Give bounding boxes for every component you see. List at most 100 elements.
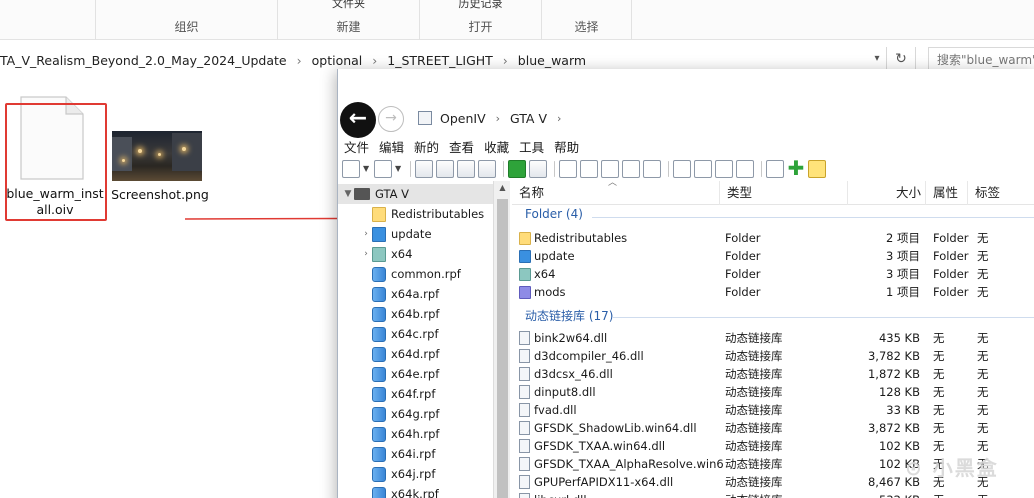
menu-file[interactable]: 文件 — [338, 139, 373, 159]
menu-edit[interactable]: 编辑 — [373, 139, 408, 159]
menu-view[interactable]: 查看 — [443, 139, 478, 159]
ribbon-group-new[interactable]: 文件夹 新建 — [278, 0, 420, 40]
tree-scrollbar[interactable]: ▲ — [493, 181, 510, 498]
breadcrumb[interactable]: TA_V_Realism_Beyond_2.0_May_2024_Update … — [0, 51, 586, 69]
forward-arrow-icon[interactable]: → — [378, 106, 404, 132]
cell-tag: 无 — [977, 385, 989, 399]
folder-icon — [519, 285, 531, 299]
cell-type: 动态链接库 — [725, 367, 783, 381]
openiv-path[interactable]: OpenIV › GTA V › — [418, 107, 571, 129]
palette-icon[interactable] — [478, 160, 496, 178]
group-divider — [592, 217, 1034, 218]
tree-item[interactable]: ▼ GTA V — [338, 184, 496, 204]
list-item[interactable]: Redistributables Folder 2 项目 Folder 无 — [512, 229, 1034, 247]
file-item-png[interactable]: Screenshot.png — [108, 187, 212, 203]
text-icon[interactable] — [622, 160, 640, 178]
chevron-down-icon[interactable]: ▼ — [395, 160, 403, 178]
replace-icon[interactable] — [694, 160, 712, 178]
breadcrumb-item[interactable]: optional — [312, 53, 363, 68]
back-arrow-icon[interactable]: ← — [340, 102, 376, 138]
export-icon[interactable] — [529, 160, 547, 178]
ribbon-group-organize[interactable]: 组织 — [96, 0, 278, 40]
ribbon-group-select[interactable]: 选择 — [542, 0, 632, 40]
tree-item[interactable]: x64k.rpf — [338, 484, 496, 498]
settings-icon[interactable] — [436, 160, 454, 178]
tree-item[interactable]: › x64 — [338, 244, 496, 264]
menu-help[interactable]: 帮助 — [548, 139, 583, 159]
search-icon[interactable] — [580, 160, 598, 178]
ribbon-group-open[interactable]: 历史记录 打开 — [420, 0, 542, 40]
tree-item-label: x64 — [391, 247, 413, 261]
breadcrumb-item[interactable]: blue_warm — [518, 53, 586, 68]
list-item[interactable]: dinput8.dll 动态链接库 128 KB 无 无 — [512, 383, 1034, 401]
column-header-tag[interactable]: 标签 — [968, 181, 1034, 205]
ribbon-cut-text[interactable]: 历史记录 — [420, 0, 541, 11]
list-item[interactable]: d3dcsx_46.dll 动态链接库 1,872 KB 无 无 — [512, 365, 1034, 383]
item-name: bink2w64.dll — [534, 331, 608, 345]
hex-icon[interactable] — [643, 160, 661, 178]
file-list: 名称 ︿ 类型 大小 属性 标签 Folder (4) Redistributab… — [512, 178, 1034, 498]
import-icon[interactable] — [673, 160, 691, 178]
tree-item[interactable]: common.rpf — [338, 264, 496, 284]
export-icon[interactable] — [715, 160, 733, 178]
breadcrumb-item[interactable]: TA_V_Realism_Beyond_2.0_May_2024_Update — [0, 53, 287, 68]
tree-item[interactable]: x64c.rpf — [338, 324, 496, 344]
cell-tag: 无 — [977, 231, 989, 245]
menu-tools[interactable]: 工具 — [513, 139, 548, 159]
group-header[interactable]: 动态链接库 (17) — [512, 307, 1034, 325]
new-file-icon[interactable] — [342, 160, 360, 178]
menu-new[interactable]: 新的 — [408, 139, 443, 159]
tree-item[interactable]: x64i.rpf — [338, 444, 496, 464]
path-item[interactable]: OpenIV — [440, 111, 486, 126]
tree-item[interactable]: x64g.rpf — [338, 404, 496, 424]
list-item[interactable]: d3dcompiler_46.dll 动态链接库 3,782 KB 无 无 — [512, 347, 1034, 365]
cell-type: 动态链接库 — [725, 491, 845, 498]
chevron-right-icon[interactable]: › — [360, 249, 372, 259]
list-item[interactable]: mods Folder 1 项目 Folder 无 — [512, 283, 1034, 301]
play-icon[interactable] — [508, 160, 526, 178]
list-item[interactable]: libcurl.dll 动态链接库532 KB 无无 — [512, 491, 1034, 498]
tree-item[interactable]: x64b.rpf — [338, 304, 496, 324]
chevron-right-icon[interactable]: › — [360, 229, 372, 239]
group-header[interactable]: Folder (4) — [512, 207, 1034, 225]
tree-item[interactable]: x64e.rpf — [338, 364, 496, 384]
chevron-down-icon[interactable]: ▼ — [342, 189, 354, 199]
tree-item[interactable]: x64h.rpf — [338, 424, 496, 444]
list-item[interactable]: x64 Folder 3 项目 Folder 无 — [512, 265, 1034, 283]
edit-icon[interactable] — [559, 160, 577, 178]
chart-icon[interactable] — [457, 160, 475, 178]
add-file-icon[interactable] — [374, 160, 392, 178]
tree-item[interactable]: x64j.rpf — [338, 464, 496, 484]
refresh-icon[interactable] — [415, 160, 433, 178]
ribbon-group-label: 选择 — [574, 20, 599, 34]
refresh-icon[interactable]: ↻ — [886, 47, 916, 71]
scroll-up-icon[interactable]: ▲ — [494, 183, 511, 192]
scrollbar-thumb[interactable] — [497, 199, 508, 498]
cell-attr: 无 — [933, 331, 945, 345]
screenshot-thumbnail[interactable] — [112, 131, 202, 181]
breadcrumb-item[interactable]: 1_STREET_LIGHT — [387, 53, 493, 68]
column-header-size[interactable]: 大小 — [848, 181, 926, 205]
rebuild-icon[interactable] — [736, 160, 754, 178]
path-item[interactable]: GTA V — [510, 111, 547, 126]
note-icon[interactable] — [808, 160, 826, 178]
list-item[interactable]: GFSDK_ShadowLib.win64.dll 动态链接库 3,872 KB 无 无 — [512, 419, 1034, 437]
column-header-attr[interactable]: 属性 — [926, 181, 968, 205]
package-icon[interactable] — [766, 160, 784, 178]
sort-caret-icon: ︿ — [608, 178, 618, 188]
list-item[interactable]: update Folder 3 项目 Folder 无 — [512, 247, 1034, 265]
tree-item-label: x64f.rpf — [391, 387, 436, 401]
tree-item[interactable]: x64d.rpf — [338, 344, 496, 364]
menu-favorites[interactable]: 收藏 — [478, 139, 513, 159]
column-header-type[interactable]: 类型 — [720, 181, 848, 205]
tree-item[interactable]: x64a.rpf — [338, 284, 496, 304]
tree-item[interactable]: Redistributables — [338, 204, 496, 224]
list-item[interactable]: fvad.dll 动态链接库 33 KB 无 无 — [512, 401, 1034, 419]
add-icon[interactable]: ✚ — [787, 158, 805, 178]
tree-item[interactable]: x64f.rpf — [338, 384, 496, 404]
list-item[interactable]: bink2w64.dll 动态链接库 435 KB 无 无 — [512, 329, 1034, 347]
chevron-down-icon[interactable]: ▾ — [866, 48, 888, 70]
chevron-down-icon[interactable]: ▼ — [363, 160, 371, 178]
ribbon-cut-text[interactable]: 文件夹 — [278, 0, 419, 11]
tree-item[interactable]: › update — [338, 224, 496, 244]
